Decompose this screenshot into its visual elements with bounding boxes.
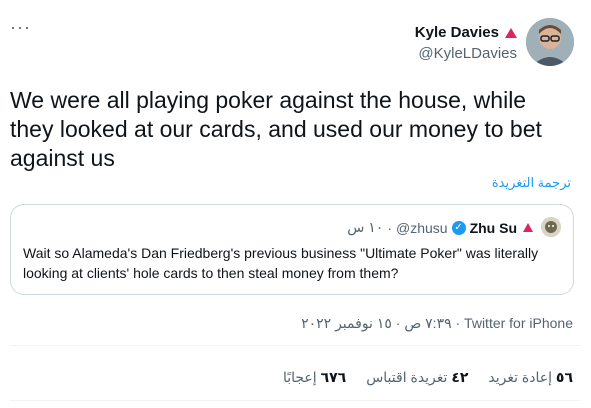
- quoted-tweet-header: ١٠ س · @zhusu ✓ Zhu Su: [347, 219, 533, 236]
- translate-tweet-link[interactable]: ترجمة التغريدة: [492, 175, 571, 191]
- quoted-handle: @zhusu: [395, 219, 448, 236]
- divider: [10, 345, 580, 346]
- verified-badge-icon: ✓: [451, 220, 466, 235]
- retweets-count: ٥٦: [555, 369, 573, 385]
- quoted-avatar-image: [541, 217, 561, 237]
- quoted-tweet-card[interactable]: ١٠ س · @zhusu ✓ Zhu Su Wait so Alameda's…: [10, 204, 574, 295]
- quoted-tweet-text: Wait so Alameda's Dan Friedberg's previo…: [23, 245, 539, 281]
- tweet-text: We were all playing poker against the ho…: [10, 87, 542, 171]
- author-handle[interactable]: @KyleLDavies: [418, 45, 517, 62]
- quoted-name: Zhu Su: [469, 219, 517, 236]
- author-avatar[interactable]: [526, 18, 574, 66]
- likes-label: إعجابًا: [282, 369, 317, 385]
- quotes-label: تغريدة اقتباس: [366, 369, 448, 385]
- more-options-icon[interactable]: ···: [10, 18, 31, 36]
- avatar-image: [526, 18, 574, 66]
- likes-count: ٦٧٦: [320, 369, 347, 385]
- author-name-row[interactable]: Kyle Davies: [415, 24, 517, 41]
- quotes-count: ٤٢: [451, 369, 469, 385]
- author-name[interactable]: Kyle Davies: [415, 24, 499, 41]
- retweets-stat[interactable]: ٥٦ إعادة تغريد: [488, 369, 573, 386]
- tweet-timestamp[interactable]: ٧:٣٩ ص · ١٥ نوفمبر ٢٠٢٢ · Twitter for iP…: [301, 315, 573, 332]
- warning-triangle-icon: [523, 223, 533, 232]
- separator-dot: ·: [387, 219, 392, 236]
- warning-triangle-icon: [505, 27, 517, 38]
- retweets-label: إعادة تغريد: [488, 369, 553, 385]
- divider: [10, 400, 580, 401]
- likes-stat[interactable]: ٦٧٦ إعجابًا: [283, 369, 346, 386]
- quoted-author-avatar[interactable]: [541, 217, 561, 237]
- quotes-stat[interactable]: ٤٢ تغريدة اقتباس: [366, 369, 468, 386]
- quoted-time[interactable]: ١٠ س: [347, 219, 383, 236]
- engagement-stats: ٥٦ إعادة تغريد ٤٢ تغريدة اقتباس ٦٧٦ إعجا…: [283, 369, 573, 386]
